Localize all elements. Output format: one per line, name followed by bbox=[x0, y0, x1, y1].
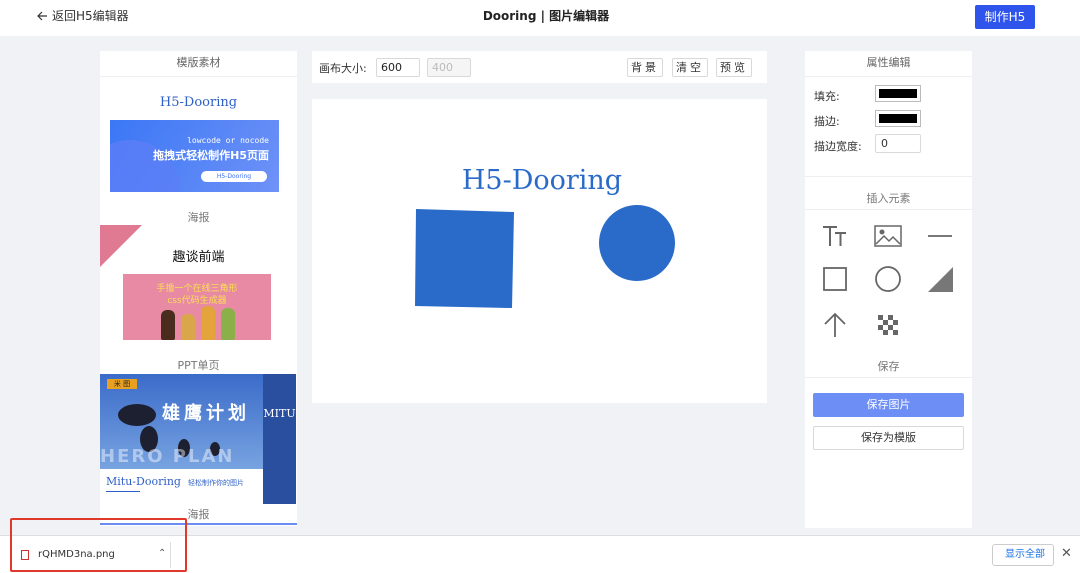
canvas-height-input[interactable]: 400 bbox=[427, 58, 471, 77]
stroke-width-label: 描边宽度: bbox=[814, 140, 862, 153]
divider bbox=[805, 209, 972, 210]
eagle-illustration bbox=[118, 404, 156, 426]
triangle-icon[interactable] bbox=[923, 262, 957, 296]
stroke-width-input[interactable]: 0 bbox=[875, 134, 921, 153]
save-template-button[interactable]: 保存为模版 bbox=[813, 426, 964, 450]
hand-illustration bbox=[201, 306, 215, 340]
close-icon[interactable]: ✕ bbox=[1061, 546, 1072, 561]
circle-icon[interactable] bbox=[871, 262, 905, 296]
canvas-circle-element[interactable] bbox=[599, 205, 675, 281]
card-text: lowcode or nocode bbox=[187, 136, 269, 145]
canvas-size-label: 画布大小: bbox=[319, 62, 367, 75]
arrow-icon[interactable] bbox=[818, 308, 852, 342]
drawing-canvas[interactable]: H5-Dooring bbox=[312, 99, 767, 403]
card-badge: 米 图 bbox=[107, 379, 137, 389]
stroke-color-picker[interactable] bbox=[875, 110, 921, 127]
card-heading: 雄鹰计划 bbox=[162, 403, 250, 424]
top-bar: 返回H5编辑器 Dooring | 图片编辑器 制作H5 bbox=[0, 0, 1080, 36]
template-card-h5[interactable]: lowcode or nocode 拖拽式轻松制作H5页面 H5-Dooring bbox=[110, 120, 279, 192]
template-panel: 模版素材 H5-Dooring lowcode or nocode 拖拽式轻松制… bbox=[100, 51, 297, 526]
background-button[interactable]: 背景 bbox=[627, 58, 663, 77]
canvas-width-input[interactable]: 600 bbox=[376, 58, 420, 77]
fill-color-swatch bbox=[879, 89, 917, 98]
card-footer: Mitu-Dooring 轻松制作你的图片 bbox=[100, 469, 263, 504]
hand-illustration bbox=[161, 310, 175, 340]
template-card-triangle[interactable]: 手撸一个在线三角形 css代码生成器 bbox=[123, 274, 271, 340]
template-panel-title: 模版素材 bbox=[100, 51, 297, 77]
canvas-svg: H5-Dooring bbox=[415, 165, 675, 308]
card-heading: 拖拽式轻松制作H5页面 bbox=[153, 149, 269, 162]
make-h5-button[interactable]: 制作H5 bbox=[975, 5, 1035, 29]
hand-illustration bbox=[221, 308, 235, 340]
show-all-button[interactable]: 显示全部 bbox=[992, 544, 1054, 566]
template-caption: PPT单页 bbox=[177, 359, 220, 372]
preview-button[interactable]: 预览 bbox=[716, 58, 752, 77]
page-title: Dooring | 图片编辑器 bbox=[482, 9, 610, 23]
canvas-rect-element[interactable] bbox=[415, 209, 514, 308]
fill-label: 填充: bbox=[814, 90, 840, 103]
template-title: 趣谈前端 bbox=[172, 250, 225, 265]
line-icon[interactable] bbox=[923, 219, 957, 253]
save-section-title: 保存 bbox=[877, 360, 900, 373]
stroke-color-swatch bbox=[879, 114, 917, 123]
template-caption: 海报 bbox=[187, 211, 210, 224]
card-pill: H5-Dooring bbox=[201, 171, 267, 182]
card-foot-underline bbox=[106, 491, 140, 492]
rect-icon[interactable] bbox=[818, 262, 852, 296]
image-icon[interactable] bbox=[871, 219, 905, 253]
properties-panel: 属性编辑 填充: 描边: 描边宽度: 0 插入元素 保存 保存图片 保存为模版 bbox=[805, 51, 972, 528]
canvas-text-element[interactable]: H5-Dooring bbox=[462, 165, 622, 196]
card-ghost-text: HERO PLAN bbox=[100, 446, 235, 467]
mosaic-icon[interactable] bbox=[871, 308, 905, 342]
highlight-box bbox=[10, 518, 187, 572]
text-icon[interactable] bbox=[818, 219, 852, 253]
clear-button[interactable]: 清空 bbox=[672, 58, 708, 77]
fill-color-picker[interactable] bbox=[875, 85, 921, 102]
card-text: css代码生成器 bbox=[167, 296, 227, 306]
save-image-button[interactable]: 保存图片 bbox=[813, 393, 964, 417]
insert-elements-title: 插入元素 bbox=[866, 192, 911, 205]
divider bbox=[805, 377, 972, 378]
canvas-toolbar: 画布大小: 600 400 背景 清空 预览 bbox=[312, 51, 767, 83]
properties-title: 属性编辑 bbox=[805, 51, 972, 77]
card-foot-subtitle: 轻松制作你的图片 bbox=[188, 479, 244, 487]
card-side-text: MITU bbox=[263, 374, 296, 504]
divider bbox=[805, 176, 972, 177]
card-foot-title: Mitu-Dooring bbox=[106, 475, 181, 488]
template-title: H5-Dooring bbox=[159, 95, 238, 110]
stroke-label: 描边: bbox=[814, 115, 840, 128]
template-card-hero-plan[interactable]: 米 图 雄鹰计划 HERO PLAN MITU Mitu-Dooring 轻松制… bbox=[100, 374, 296, 504]
hand-illustration bbox=[181, 314, 195, 340]
